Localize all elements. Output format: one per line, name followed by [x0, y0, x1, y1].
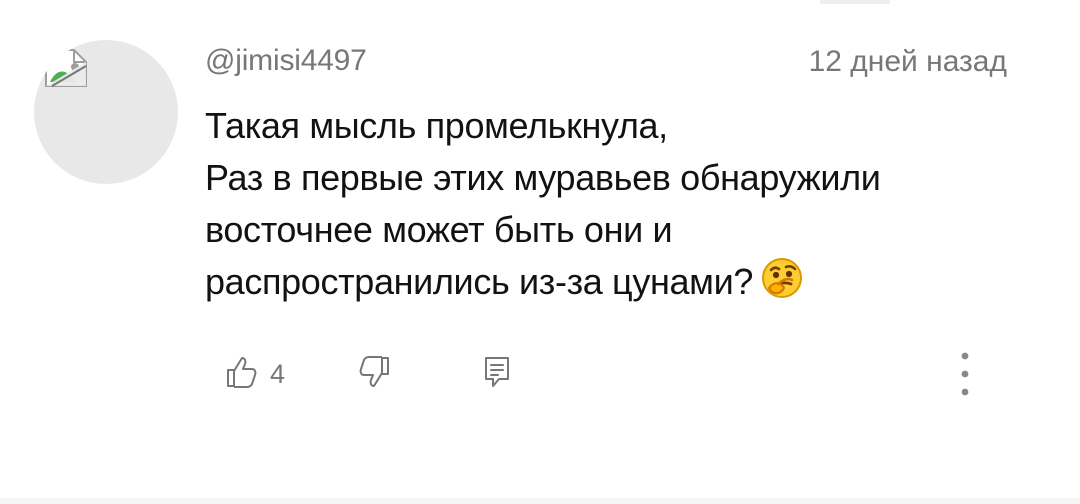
thinking-face-emoji [761, 257, 803, 299]
comment-meta: @jimisi4497 12 дней назад [205, 42, 1015, 80]
comment-text: Такая мысль промелькнула, Раз в первые э… [205, 100, 1035, 308]
thumbs-up-icon [225, 355, 257, 394]
comment-actions: 4 [225, 352, 975, 402]
dislike-button[interactable] [359, 352, 391, 396]
reply-button[interactable] [482, 352, 512, 396]
comment-text-line: распространились из-за цунами? [205, 256, 1035, 308]
comment-text-line: Раз в первые этих муравьев обнаружили [205, 157, 881, 198]
comment-username[interactable]: @jimisi4497 [205, 44, 367, 78]
thumbs-down-icon [359, 355, 391, 394]
like-button[interactable]: 4 [225, 352, 285, 396]
bottom-divider [0, 498, 1080, 504]
comment-text-line: восточнее может быть они и [205, 209, 673, 250]
comment-screen: @jimisi4497 12 дней назад Такая мысль пр… [0, 0, 1080, 504]
broken-image-icon [42, 48, 90, 92]
avatar[interactable] [34, 40, 178, 184]
like-count: 4 [270, 359, 286, 389]
comment-text-line-content: распространились из-за цунами? [205, 261, 754, 302]
comment-timestamp: 12 дней назад [808, 45, 1007, 78]
comment-text-line: Такая мысль промелькнула, [205, 105, 668, 146]
top-indicator [820, 0, 890, 4]
reply-comment-icon [482, 355, 512, 394]
more-vertical-icon [960, 350, 970, 403]
more-options-button[interactable] [953, 348, 977, 404]
